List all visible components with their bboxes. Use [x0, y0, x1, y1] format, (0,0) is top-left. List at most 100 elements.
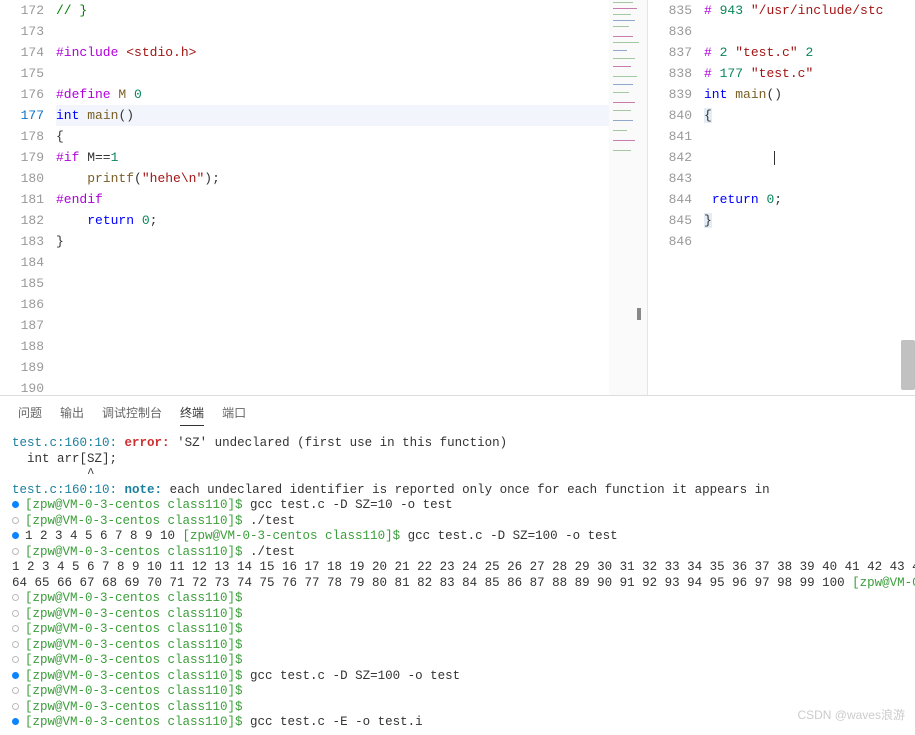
code-line[interactable]: // } [56, 0, 647, 21]
panel-tab-1[interactable]: 输出 [60, 404, 84, 426]
terminal-line: [zpw@VM-0-3-centos class110]$ [12, 622, 903, 638]
panel-tab-3[interactable]: 终端 [180, 404, 204, 426]
line-number: 187 [0, 315, 44, 336]
terminal-line: [zpw@VM-0-3-centos class110]$ [12, 607, 903, 623]
code-line[interactable]: int main() [56, 105, 647, 126]
scrollbar-vertical[interactable] [901, 340, 915, 390]
code-line[interactable]: # 177 "test.c" [704, 63, 915, 84]
code-line[interactable]: # 2 "test.c" 2 [704, 42, 915, 63]
code-line[interactable] [56, 63, 647, 84]
terminal-line: [zpw@VM-0-3-centos class110]$ ./test [12, 545, 903, 561]
line-number: 186 [0, 294, 44, 315]
code-line[interactable]: { [56, 126, 647, 147]
code-line[interactable] [704, 168, 915, 189]
line-number: 184 [0, 252, 44, 273]
code-line[interactable] [56, 357, 647, 378]
terminal-line: [zpw@VM-0-3-centos class110]$ gcc test.c… [12, 669, 903, 685]
line-number: 173 [0, 21, 44, 42]
line-number: 176 [0, 84, 44, 105]
code-line[interactable] [56, 294, 647, 315]
code-content-left[interactable]: // } #include <stdio.h> #define M 0int m… [56, 0, 647, 395]
minimap-left[interactable] [609, 0, 647, 395]
line-gutter-right: 835836837838839840841842843844845846 [648, 0, 704, 395]
status-dot-icon [12, 641, 19, 648]
panel-tabs: 问题输出调试控制台终端端口 [0, 396, 915, 432]
status-dot-icon [12, 625, 19, 632]
line-number: 190 [0, 378, 44, 395]
line-number: 843 [648, 168, 692, 189]
code-line[interactable] [704, 231, 915, 252]
line-number: 177 [0, 105, 44, 126]
line-number: 179 [0, 147, 44, 168]
terminal-line: 1 2 3 4 5 6 7 8 9 10 [zpw@VM-0-3-centos … [12, 529, 903, 545]
text-cursor [774, 151, 775, 165]
line-number: 172 [0, 0, 44, 21]
line-number: 845 [648, 210, 692, 231]
line-number: 837 [648, 42, 692, 63]
terminal-line: ^ [12, 467, 903, 483]
line-number: 835 [648, 0, 692, 21]
terminal-line: int arr[SZ]; [12, 452, 903, 468]
panel-tab-4[interactable]: 端口 [222, 404, 246, 426]
terminal-output[interactable]: test.c:160:10: error: 'SZ' undeclared (f… [0, 432, 915, 735]
terminal-line: [zpw@VM-0-3-centos class110]$ ./test [12, 514, 903, 530]
code-line[interactable]: int main() [704, 84, 915, 105]
line-number: 185 [0, 273, 44, 294]
editor-split: 1721731741751761771781791801811821831841… [0, 0, 915, 395]
line-number: 183 [0, 231, 44, 252]
code-line[interactable]: { [704, 105, 915, 126]
code-line[interactable] [704, 21, 915, 42]
editor-pane-left[interactable]: 1721731741751761771781791801811821831841… [0, 0, 648, 395]
code-line[interactable]: return 0; [704, 189, 915, 210]
code-line[interactable]: return 0; [56, 210, 647, 231]
terminal-line: [zpw@VM-0-3-centos class110]$ gcc test.c… [12, 715, 903, 731]
code-line[interactable] [56, 21, 647, 42]
line-number: 180 [0, 168, 44, 189]
panel-tab-0[interactable]: 问题 [18, 404, 42, 426]
line-gutter-left: 1721731741751761771781791801811821831841… [0, 0, 56, 395]
line-number: 838 [648, 63, 692, 84]
line-number: 181 [0, 189, 44, 210]
code-line[interactable]: printf("hehe\n"); [56, 168, 647, 189]
code-line[interactable]: #define M 0 [56, 84, 647, 105]
code-line[interactable] [704, 147, 915, 168]
code-line[interactable]: #include <stdio.h> [56, 42, 647, 63]
line-number: 844 [648, 189, 692, 210]
status-dot-icon [12, 687, 19, 694]
code-line[interactable] [704, 126, 915, 147]
code-line[interactable] [56, 336, 647, 357]
code-line[interactable] [56, 378, 647, 395]
code-line[interactable]: # 943 "/usr/include/stc [704, 0, 915, 21]
code-line[interactable]: #if M==1 [56, 147, 647, 168]
terminal-line: [zpw@VM-0-3-centos class110]$ [12, 638, 903, 654]
terminal-line: [zpw@VM-0-3-centos class110]$ [12, 684, 903, 700]
status-dot-icon [12, 703, 19, 710]
status-dot-icon [12, 594, 19, 601]
editor-pane-right[interactable]: 835836837838839840841842843844845846 # 9… [648, 0, 915, 395]
status-dot-icon [12, 718, 19, 725]
line-number: 839 [648, 84, 692, 105]
panel-tab-2[interactable]: 调试控制台 [102, 404, 162, 426]
terminal-line: [zpw@VM-0-3-centos class110]$ [12, 591, 903, 607]
code-line[interactable]: } [56, 231, 647, 252]
line-number: 174 [0, 42, 44, 63]
code-line[interactable]: #endif [56, 189, 647, 210]
terminal-line: [zpw@VM-0-3-centos class110]$ [12, 700, 903, 716]
status-dot-icon [12, 656, 19, 663]
terminal-line: 1 2 3 4 5 6 7 8 9 10 11 12 13 14 15 16 1… [12, 560, 903, 576]
line-number: 841 [648, 126, 692, 147]
code-line[interactable] [56, 273, 647, 294]
line-number: 175 [0, 63, 44, 84]
terminal-line: [zpw@VM-0-3-centos class110]$ [12, 653, 903, 669]
terminal-line: test.c:160:10: note: each undeclared ide… [12, 483, 903, 499]
code-line[interactable]: } [704, 210, 915, 231]
code-line[interactable] [56, 315, 647, 336]
line-number: 188 [0, 336, 44, 357]
terminal-line: test.c:160:10: error: 'SZ' undeclared (f… [12, 436, 903, 452]
status-dot-icon [12, 517, 19, 524]
line-number: 840 [648, 105, 692, 126]
code-line[interactable] [56, 252, 647, 273]
terminal-line: [zpw@VM-0-3-centos class110]$ gcc test.c… [12, 498, 903, 514]
line-number: 178 [0, 126, 44, 147]
code-content-right[interactable]: # 943 "/usr/include/stc # 2 "test.c" 2# … [704, 0, 915, 395]
